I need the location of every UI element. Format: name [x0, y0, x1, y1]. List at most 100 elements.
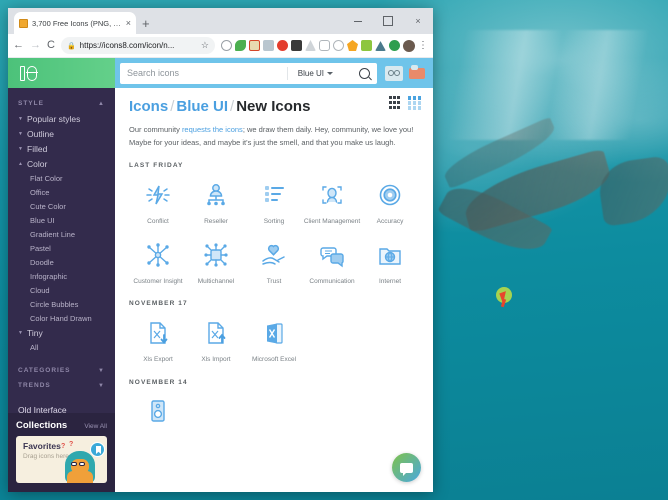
- sidebar-subitem-all[interactable]: All: [8, 340, 115, 354]
- breadcrumb: Icons / Blue UI / New Icons: [129, 98, 419, 115]
- icon-label: Communication: [309, 278, 355, 286]
- mascot-icon[interactable]: [385, 65, 403, 81]
- sidebar-item-tiny[interactable]: ▼ Tiny: [8, 325, 115, 340]
- sidebar-section-style[interactable]: STYLE ▲: [8, 96, 115, 111]
- icon-cell[interactable]: Internet: [361, 240, 419, 286]
- extension-icons: ⋮: [221, 39, 428, 52]
- url-text: https://icons8.com/icon/n...: [79, 41, 175, 50]
- sidebar-section-categories[interactable]: CATEGORIES ▼: [8, 363, 115, 378]
- sidebar-item-old-interface[interactable]: Old Interface: [8, 402, 115, 413]
- photos-icon[interactable]: [409, 64, 425, 79]
- extension-circle-icon[interactable]: [221, 40, 232, 51]
- minimize-button[interactable]: [343, 8, 373, 34]
- sidebar-subitem-infographic[interactable]: Infographic: [8, 269, 115, 283]
- extension-star-icon[interactable]: [347, 40, 358, 51]
- new-tab-button[interactable]: +: [142, 17, 150, 34]
- view-toggle-group: [389, 96, 421, 110]
- sidebar-subitem-label: Doodle: [30, 257, 54, 267]
- icon-label: Conflict: [147, 218, 169, 226]
- close-tab-icon[interactable]: ×: [126, 18, 131, 28]
- collections-header: Collections View All: [16, 420, 107, 431]
- sidebar-item-label: Popular styles: [27, 113, 81, 124]
- multichannel-icon: [201, 240, 231, 270]
- extension-triangle-icon[interactable]: [305, 40, 316, 51]
- extension-qr-icon[interactable]: [291, 40, 302, 51]
- icon-cell[interactable]: Trust: [245, 240, 303, 286]
- breadcrumb-icons[interactable]: Icons: [129, 98, 168, 115]
- icon-cell[interactable]: Microsoft Excel: [245, 318, 303, 364]
- browser-menu-icon[interactable]: ⋮: [418, 40, 428, 51]
- style-dropdown[interactable]: Blue UI: [286, 66, 333, 80]
- extension-chart-icon[interactable]: [361, 40, 372, 51]
- extension-mail-icon[interactable]: [249, 40, 260, 51]
- icon-cell[interactable]: Client Management: [303, 180, 361, 226]
- icon-cell[interactable]: Xls Import: [187, 318, 245, 364]
- icon-cell[interactable]: [129, 397, 187, 434]
- sidebar-subitem-cute-color[interactable]: Cute Color: [8, 199, 115, 213]
- maximize-button[interactable]: [373, 8, 403, 34]
- icon-label: Multichannel: [197, 278, 235, 286]
- sidebar-subitem-pastel[interactable]: Pastel: [8, 241, 115, 255]
- chevron-down-icon: [327, 71, 333, 75]
- sidebar-subitem-doodle[interactable]: Doodle: [8, 255, 115, 269]
- sidebar-subitem-label: Cute Color: [30, 201, 66, 211]
- extension-image-icon[interactable]: [263, 40, 274, 51]
- breadcrumb-blue-ui[interactable]: Blue UI: [176, 98, 228, 115]
- site-logo[interactable]: [8, 58, 115, 88]
- sidebar-subitem-gradient-line[interactable]: Gradient Line: [8, 227, 115, 241]
- favorites-card[interactable]: Favorites Drag icons here ? ?: [16, 436, 107, 483]
- extension-mountain-icon[interactable]: [375, 41, 386, 51]
- sidebar-item-outline[interactable]: ▼ Outline: [8, 126, 115, 141]
- speaker-icon: [143, 397, 173, 427]
- conflict-icon: [143, 180, 173, 210]
- search-input[interactable]: Search icons Blue UI: [120, 62, 377, 84]
- view-all-link[interactable]: View All: [84, 423, 107, 430]
- icon-cell[interactable]: Sorting: [245, 180, 303, 226]
- sidebar-subitem-flat-color[interactable]: Flat Color: [8, 171, 115, 185]
- icon-cell[interactable]: Reseller: [187, 180, 245, 226]
- sidebar-item-color[interactable]: ▲ Color: [8, 156, 115, 171]
- icon-cell[interactable]: Communication: [303, 240, 361, 286]
- search-icon[interactable]: [359, 67, 370, 79]
- water-shimmer: [440, 30, 668, 140]
- browser-tab[interactable]: 3,700 Free Icons (PNG, vector) ×: [14, 12, 136, 34]
- sidebar-subitem-cloud[interactable]: Cloud: [8, 283, 115, 297]
- sidebar-subitem-circle-bubbles[interactable]: Circle Bubbles: [8, 297, 115, 311]
- icon-cell[interactable]: Multichannel: [187, 240, 245, 286]
- forward-icon[interactable]: →: [30, 40, 41, 51]
- icon-label: Xls Import: [201, 356, 231, 364]
- icon-label: Xls Export: [143, 356, 173, 364]
- chevron-down-icon: ▼: [18, 130, 23, 137]
- tab-title: 3,700 Free Icons (PNG, vector): [32, 18, 122, 28]
- extension-info-icon[interactable]: [333, 40, 344, 51]
- extension-opera-icon[interactable]: [277, 40, 288, 51]
- sidebar: STYLE ▲ ▼ Popular styles ▼ Outline ▼ Fil…: [8, 88, 115, 492]
- address-bar[interactable]: 🔒 https://icons8.com/icon/n... ☆: [60, 37, 215, 54]
- sidebar-item-popular-styles[interactable]: ▼ Popular styles: [8, 111, 115, 126]
- extension-leaf-icon[interactable]: [235, 40, 246, 51]
- sidebar-subitem-color-hand-drawn[interactable]: Color Hand Drawn: [8, 311, 115, 325]
- extension-shield-icon[interactable]: [319, 40, 330, 51]
- sidebar-item-filled[interactable]: ▼ Filled: [8, 141, 115, 156]
- chat-support-button[interactable]: [392, 453, 421, 482]
- extension-globe-icon[interactable]: [389, 40, 400, 51]
- icon-cell[interactable]: Xls Export: [129, 318, 187, 364]
- reload-icon[interactable]: C: [47, 40, 55, 51]
- chevron-down-icon: ▼: [18, 145, 23, 152]
- back-icon[interactable]: ←: [13, 40, 24, 51]
- close-window-button[interactable]: ×: [403, 8, 433, 34]
- bookmark-star-icon[interactable]: ☆: [201, 40, 209, 51]
- icon-cell[interactable]: Accuracy: [361, 180, 419, 226]
- grid-view-dense-icon[interactable]: [389, 96, 400, 110]
- icon-cell[interactable]: Customer Insight: [129, 240, 187, 286]
- sidebar-section-trends[interactable]: TRENDS ▼: [8, 378, 115, 393]
- grid-view-blocks-icon[interactable]: [407, 96, 421, 110]
- icon-label: Microsoft Excel: [251, 356, 297, 364]
- browser-toolbar: ← → C 🔒 https://icons8.com/icon/n... ☆ ⋮: [8, 34, 433, 58]
- icon-cell[interactable]: Conflict: [129, 180, 187, 226]
- sidebar-subitem-office[interactable]: Office: [8, 185, 115, 199]
- requests-link[interactable]: requests the icons: [182, 125, 243, 134]
- sidebar-subitem-blue-ui[interactable]: Blue UI: [8, 213, 115, 227]
- sidebar-subitem-label: Office: [30, 187, 50, 197]
- profile-avatar[interactable]: [403, 39, 415, 52]
